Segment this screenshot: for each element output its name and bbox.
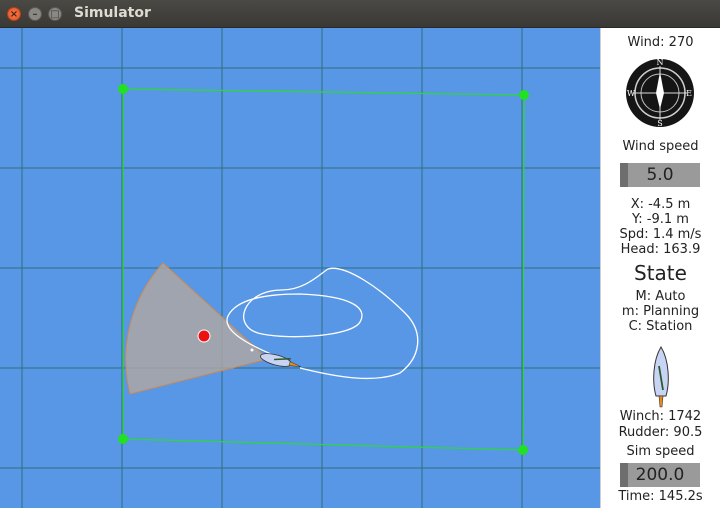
boat-speed: Spd: 1.4 m/s [619,227,702,242]
wind-speed-label: Wind speed [622,139,699,154]
title-bar: × – □ Simulator [0,0,720,28]
boat-heading: Head: 163.9 [620,242,701,257]
position-y: Y: -9.1 m [632,212,689,227]
sim-speed-value: 200.0 [635,465,685,485]
wind-speed-value: 5.0 [646,165,674,185]
state-control: C: Station [628,319,693,334]
sim-speed-label: Sim speed [626,444,695,459]
close-button[interactable]: × [7,7,21,21]
compass-w-label: W [627,89,636,98]
boat-hull [653,346,669,397]
compass-e-label: E [686,89,692,98]
boat-rudder [658,395,664,408]
boat-icon [653,346,669,408]
simulation-canvas[interactable] [0,28,600,508]
wind-speed-slider[interactable]: 5.0 [620,163,700,187]
minimize-button[interactable]: – [28,7,42,21]
waypoint[interactable] [118,84,128,94]
position-x: X: -4.5 m [630,197,691,212]
compass-s-label: S [657,119,662,128]
rudder-value: Rudder: 90.5 [618,425,703,440]
track-point [250,348,254,352]
maximize-button[interactable]: □ [48,7,62,21]
winch-value: Winch: 1742 [619,409,702,424]
status-panel: Wind: 270 N S E W Wind speed 5.0 X: -4.5… [600,28,720,508]
compass-n-label: N [657,58,664,67]
state-submode: m: Planning [621,304,700,319]
sim-speed-slider[interactable]: 200.0 [620,463,700,487]
target-marker [197,329,211,343]
simulation-view[interactable] [0,28,600,508]
window-title: Simulator [74,5,151,21]
waypoint[interactable] [519,90,529,100]
waypoint[interactable] [518,445,528,455]
sim-time: Time: 145.2s [618,489,703,504]
wind-direction: Wind: 270 [627,35,694,50]
state-title: State [634,261,687,285]
waypoint[interactable] [118,434,128,444]
state-mode: M: Auto [635,289,686,304]
compass-icon: N S E W [626,58,694,128]
